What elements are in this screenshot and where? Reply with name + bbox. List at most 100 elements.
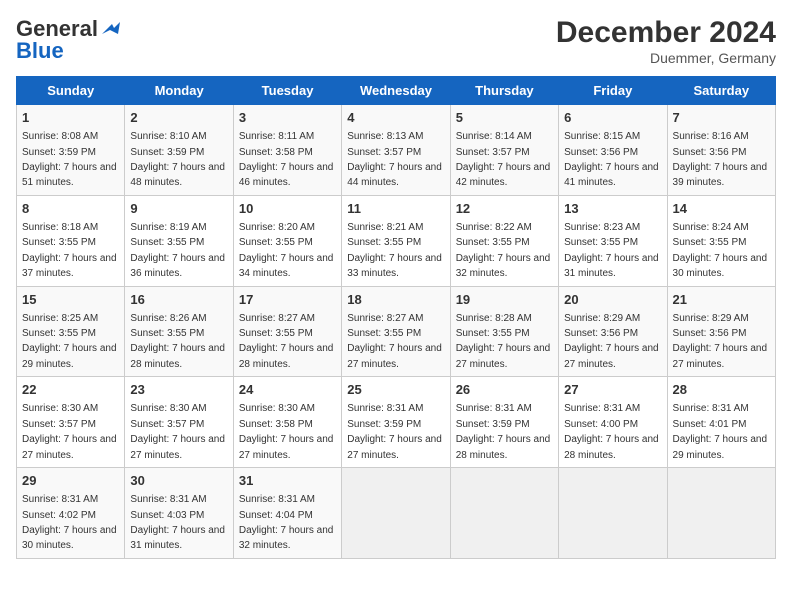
col-thursday: Thursday — [450, 77, 558, 105]
day-number: 12 — [456, 200, 553, 218]
col-monday: Monday — [125, 77, 233, 105]
day-number: 21 — [673, 291, 770, 309]
day-number: 4 — [347, 109, 444, 127]
calendar-cell: 16 Sunrise: 8:26 AMSunset: 3:55 PMDayligh… — [125, 286, 233, 377]
day-info: Sunrise: 8:30 AMSunset: 3:57 PMDaylight:… — [130, 403, 225, 460]
day-info: Sunrise: 8:21 AMSunset: 3:55 PMDaylight:… — [347, 222, 442, 279]
calendar-body: 1 Sunrise: 8:08 AMSunset: 3:59 PMDaylight… — [17, 105, 776, 559]
day-number: 16 — [130, 291, 227, 309]
day-info: Sunrise: 8:31 AMSunset: 4:03 PMDaylight:… — [130, 494, 225, 551]
day-number: 31 — [239, 472, 336, 490]
day-number: 22 — [22, 381, 119, 399]
logo: General Blue — [16, 16, 122, 64]
title-area: December 2024 Duemmer, Germany — [556, 16, 776, 66]
week-row-3: 15 Sunrise: 8:25 AMSunset: 3:55 PMDayligh… — [17, 286, 776, 377]
calendar-cell: 24 Sunrise: 8:30 AMSunset: 3:58 PMDayligh… — [233, 377, 341, 468]
col-friday: Friday — [559, 77, 667, 105]
col-wednesday: Wednesday — [342, 77, 450, 105]
calendar-cell: 11 Sunrise: 8:21 AMSunset: 3:55 PMDayligh… — [342, 195, 450, 286]
calendar-cell: 15 Sunrise: 8:25 AMSunset: 3:55 PMDayligh… — [17, 286, 125, 377]
day-number: 6 — [564, 109, 661, 127]
calendar-cell: 25Sunrise: 8:31 AMSunset: 3:59 PMDayligh… — [342, 377, 450, 468]
day-number: 9 — [130, 200, 227, 218]
location: Duemmer, Germany — [556, 50, 776, 66]
day-info: Sunrise: 8:29 AMSunset: 3:56 PMDaylight:… — [564, 313, 659, 370]
calendar-cell: 9 Sunrise: 8:19 AMSunset: 3:55 PMDaylight… — [125, 195, 233, 286]
calendar-header: Sunday Monday Tuesday Wednesday Thursday… — [17, 77, 776, 105]
col-saturday: Saturday — [667, 77, 775, 105]
calendar-cell: 8Sunrise: 8:18 AMSunset: 3:55 PMDaylight… — [17, 195, 125, 286]
day-info: Sunrise: 8:31 AMSunset: 3:59 PMDaylight:… — [347, 403, 442, 460]
day-number: 13 — [564, 200, 661, 218]
calendar-cell: 10 Sunrise: 8:20 AMSunset: 3:55 PMDayligh… — [233, 195, 341, 286]
week-row-5: 29Sunrise: 8:31 AMSunset: 4:02 PMDayligh… — [17, 468, 776, 559]
day-number: 28 — [673, 381, 770, 399]
day-number: 7 — [673, 109, 770, 127]
calendar-cell: 30 Sunrise: 8:31 AMSunset: 4:03 PMDayligh… — [125, 468, 233, 559]
day-info: Sunrise: 8:13 AMSunset: 3:57 PMDaylight:… — [347, 131, 442, 188]
day-info: Sunrise: 8:28 AMSunset: 3:55 PMDaylight:… — [456, 313, 551, 370]
calendar-cell: 23 Sunrise: 8:30 AMSunset: 3:57 PMDayligh… — [125, 377, 233, 468]
day-number: 2 — [130, 109, 227, 127]
day-info: Sunrise: 8:14 AMSunset: 3:57 PMDaylight:… — [456, 131, 551, 188]
day-info: Sunrise: 8:19 AMSunset: 3:55 PMDaylight:… — [130, 222, 225, 279]
day-info: Sunrise: 8:08 AMSunset: 3:59 PMDaylight:… — [22, 131, 117, 188]
calendar-cell: 21Sunrise: 8:29 AMSunset: 3:56 PMDayligh… — [667, 286, 775, 377]
page-header: General Blue December 2024 Duemmer, Germ… — [16, 16, 776, 66]
day-number: 1 — [22, 109, 119, 127]
day-number: 18 — [347, 291, 444, 309]
day-info: Sunrise: 8:30 AMSunset: 3:58 PMDaylight:… — [239, 403, 334, 460]
day-info: Sunrise: 8:10 AMSunset: 3:59 PMDaylight:… — [130, 131, 225, 188]
calendar-cell: 26 Sunrise: 8:31 AMSunset: 3:59 PMDayligh… — [450, 377, 558, 468]
day-info: Sunrise: 8:20 AMSunset: 3:55 PMDaylight:… — [239, 222, 334, 279]
calendar-cell — [450, 468, 558, 559]
day-number: 23 — [130, 381, 227, 399]
day-number: 29 — [22, 472, 119, 490]
day-number: 26 — [456, 381, 553, 399]
calendar-cell — [667, 468, 775, 559]
day-info: Sunrise: 8:30 AMSunset: 3:57 PMDaylight:… — [22, 403, 117, 460]
week-row-4: 22 Sunrise: 8:30 AMSunset: 3:57 PMDayligh… — [17, 377, 776, 468]
day-number: 10 — [239, 200, 336, 218]
day-info: Sunrise: 8:31 AMSunset: 4:04 PMDaylight:… — [239, 494, 334, 551]
calendar-cell: 27Sunrise: 8:31 AMSunset: 4:00 PMDayligh… — [559, 377, 667, 468]
week-row-2: 8Sunrise: 8:18 AMSunset: 3:55 PMDaylight… — [17, 195, 776, 286]
calendar-cell: 29Sunrise: 8:31 AMSunset: 4:02 PMDayligh… — [17, 468, 125, 559]
weekday-row: Sunday Monday Tuesday Wednesday Thursday… — [17, 77, 776, 105]
calendar-cell: 1 Sunrise: 8:08 AMSunset: 3:59 PMDaylight… — [17, 105, 125, 196]
day-number: 17 — [239, 291, 336, 309]
col-tuesday: Tuesday — [233, 77, 341, 105]
day-info: Sunrise: 8:25 AMSunset: 3:55 PMDaylight:… — [22, 313, 117, 370]
day-number: 19 — [456, 291, 553, 309]
day-info: Sunrise: 8:27 AMSunset: 3:55 PMDaylight:… — [239, 313, 334, 370]
calendar-cell: 31 Sunrise: 8:31 AMSunset: 4:04 PMDayligh… — [233, 468, 341, 559]
day-number: 3 — [239, 109, 336, 127]
calendar-cell: 19 Sunrise: 8:28 AMSunset: 3:55 PMDayligh… — [450, 286, 558, 377]
calendar-cell: 13 Sunrise: 8:23 AMSunset: 3:55 PMDayligh… — [559, 195, 667, 286]
day-number: 30 — [130, 472, 227, 490]
month-title: December 2024 — [556, 16, 776, 50]
calendar-cell: 5Sunrise: 8:14 AMSunset: 3:57 PMDaylight… — [450, 105, 558, 196]
calendar-cell: 7Sunrise: 8:16 AMSunset: 3:56 PMDaylight… — [667, 105, 775, 196]
day-number: 24 — [239, 381, 336, 399]
calendar-cell: 12Sunrise: 8:22 AMSunset: 3:55 PMDayligh… — [450, 195, 558, 286]
calendar-cell: 28Sunrise: 8:31 AMSunset: 4:01 PMDayligh… — [667, 377, 775, 468]
day-info: Sunrise: 8:23 AMSunset: 3:55 PMDaylight:… — [564, 222, 659, 279]
day-number: 11 — [347, 200, 444, 218]
day-info: Sunrise: 8:24 AMSunset: 3:55 PMDaylight:… — [673, 222, 768, 279]
day-info: Sunrise: 8:26 AMSunset: 3:55 PMDaylight:… — [130, 313, 225, 370]
day-info: Sunrise: 8:11 AMSunset: 3:58 PMDaylight:… — [239, 131, 334, 188]
day-info: Sunrise: 8:31 AMSunset: 4:00 PMDaylight:… — [564, 403, 659, 460]
day-number: 15 — [22, 291, 119, 309]
week-row-1: 1 Sunrise: 8:08 AMSunset: 3:59 PMDaylight… — [17, 105, 776, 196]
calendar-cell: 18Sunrise: 8:27 AMSunset: 3:55 PMDayligh… — [342, 286, 450, 377]
day-info: Sunrise: 8:31 AMSunset: 3:59 PMDaylight:… — [456, 403, 551, 460]
calendar-table: Sunday Monday Tuesday Wednesday Thursday… — [16, 76, 776, 559]
calendar-cell: 17 Sunrise: 8:27 AMSunset: 3:55 PMDayligh… — [233, 286, 341, 377]
calendar-cell: 14Sunrise: 8:24 AMSunset: 3:55 PMDayligh… — [667, 195, 775, 286]
calendar-cell: 6Sunrise: 8:15 AMSunset: 3:56 PMDaylight… — [559, 105, 667, 196]
calendar-cell — [559, 468, 667, 559]
col-sunday: Sunday — [17, 77, 125, 105]
logo-blue: Blue — [16, 38, 64, 64]
calendar-cell: 3 Sunrise: 8:11 AMSunset: 3:58 PMDaylight… — [233, 105, 341, 196]
